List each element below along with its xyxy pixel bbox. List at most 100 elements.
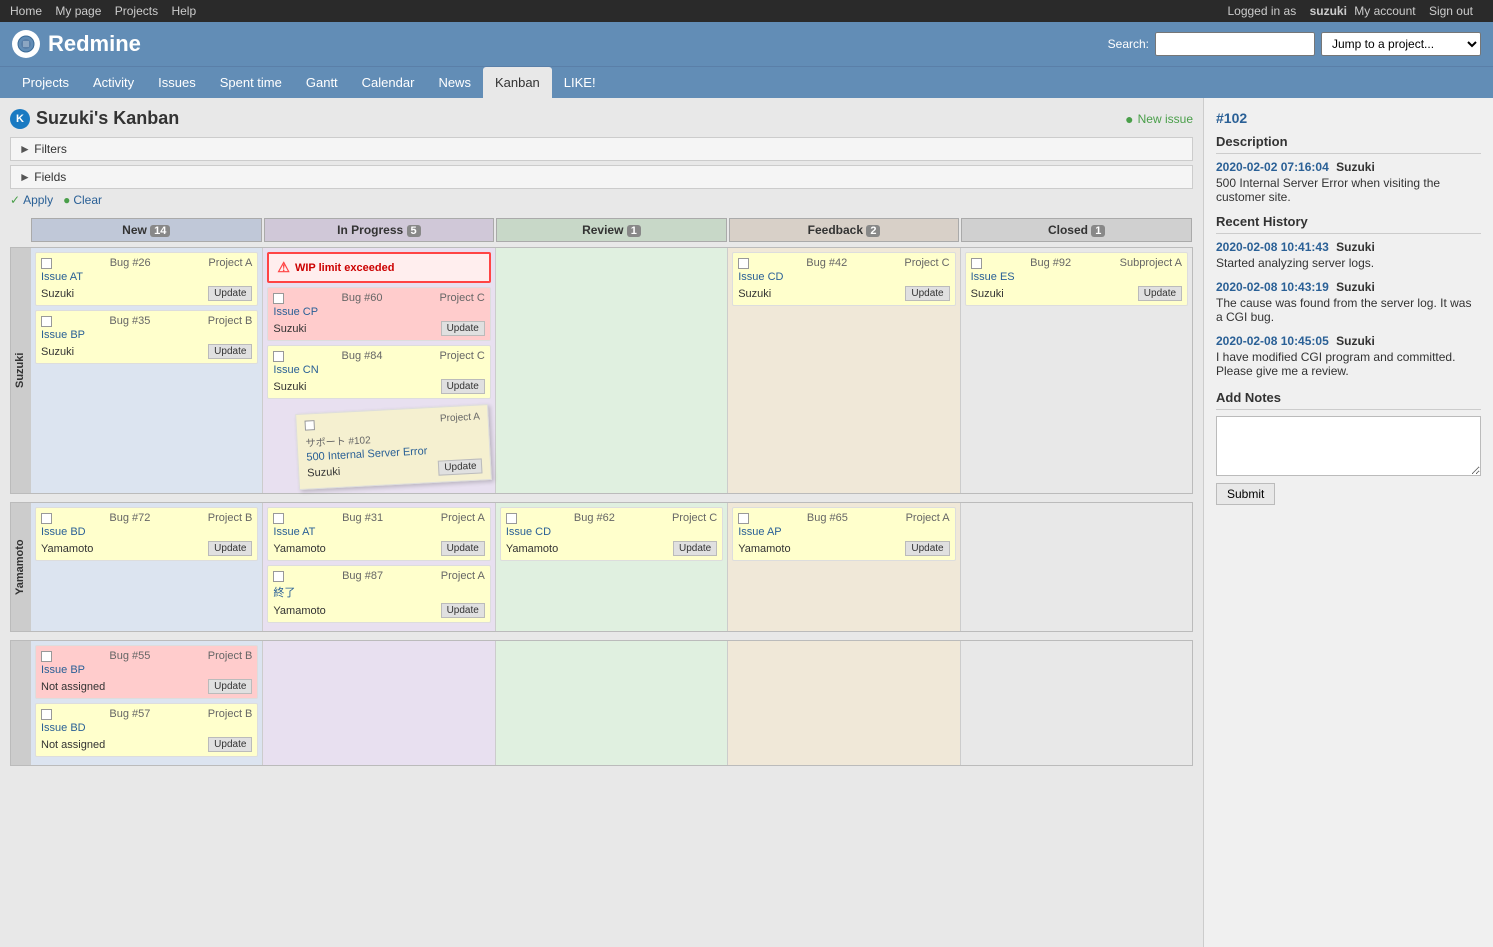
kanban-board: New 14 In Progress 5 Review 1 Feedback 2…	[10, 217, 1193, 766]
issue-title[interactable]: Issue BP	[41, 664, 252, 676]
card-checkbox[interactable]	[273, 513, 284, 524]
update-button[interactable]: Update	[208, 344, 252, 359]
card-bug60: Bug #60 Project C Issue CP Suzuki Update	[267, 287, 490, 341]
nav-projects-main[interactable]: Projects	[10, 67, 81, 98]
nav-home[interactable]: Home	[10, 4, 42, 18]
card-checkbox[interactable]	[738, 258, 749, 269]
new-issue-icon: ●	[1125, 111, 1133, 127]
project-jump-select[interactable]: Jump to a project...	[1321, 32, 1481, 56]
filters-section[interactable]: ► Filters	[10, 137, 1193, 161]
issue-id: Bug #72	[109, 512, 150, 524]
nav-issues[interactable]: Issues	[146, 67, 208, 98]
nav-gantt[interactable]: Gantt	[294, 67, 350, 98]
card-checkbox[interactable]	[273, 571, 284, 582]
logo-icon	[12, 30, 40, 58]
issue-title[interactable]: Issue BD	[41, 722, 252, 734]
history-text-3: The cause was found from the server log.…	[1216, 296, 1481, 324]
fields-label: Fields	[34, 170, 66, 184]
update-button[interactable]: Update	[1138, 286, 1182, 301]
issue-title[interactable]: Issue CN	[273, 364, 484, 376]
card-bug42: Bug #42 Project C Issue CD Suzuki Update	[732, 252, 955, 306]
nav-kanban[interactable]: Kanban	[483, 67, 552, 98]
issue-title[interactable]: Issue AT	[41, 271, 252, 283]
sticky-project: Project A	[440, 411, 481, 424]
issue-assignee: Suzuki	[41, 346, 74, 358]
issue-assignee: Yamamoto	[273, 543, 325, 555]
sticky-cb[interactable]	[305, 420, 316, 431]
my-account-link[interactable]: My account	[1354, 4, 1415, 18]
issue-title[interactable]: 終了	[273, 584, 484, 600]
nav-like[interactable]: LIKE!	[552, 67, 608, 98]
card-bug57: Bug #57 Project B Issue BD Not assigned …	[35, 703, 258, 757]
issue-id: Bug #35	[109, 315, 150, 327]
search-label: Search:	[1108, 37, 1149, 51]
notes-textarea[interactable]	[1216, 416, 1481, 476]
col-header-review: Review 1	[496, 218, 727, 242]
update-button[interactable]: Update	[208, 286, 252, 301]
nav-news[interactable]: News	[426, 67, 483, 98]
clear-button[interactable]: ● Clear	[63, 193, 102, 207]
card-checkbox[interactable]	[506, 513, 517, 524]
issue-title[interactable]: Issue ES	[971, 271, 1182, 283]
nav-mypage[interactable]: My page	[55, 4, 101, 18]
card-checkbox[interactable]	[41, 709, 52, 720]
update-button[interactable]: Update	[441, 321, 485, 336]
update-button[interactable]: Update	[441, 603, 485, 618]
update-button[interactable]: Update	[208, 541, 252, 556]
history-timestamp-4: 2020-02-08 10:45:05	[1216, 334, 1329, 348]
issue-assignee: Suzuki	[971, 288, 1004, 300]
redmine-icon	[16, 34, 36, 54]
swimlane-header-spacer	[10, 217, 30, 243]
recent-history-title: Recent History	[1216, 214, 1481, 234]
card-support102: Project A サポート #102 500 Internal Server …	[296, 404, 493, 490]
history-text-1: 500 Internal Server Error when visiting …	[1216, 176, 1481, 204]
fields-toggle: ►	[19, 170, 31, 184]
update-button[interactable]: Update	[441, 379, 485, 394]
nav-spent-time[interactable]: Spent time	[208, 67, 294, 98]
card-checkbox[interactable]	[738, 513, 749, 524]
issue-title[interactable]: Issue CD	[506, 526, 717, 538]
apply-button[interactable]: ✓ Apply	[10, 193, 53, 207]
submit-button[interactable]: Submit	[1216, 483, 1275, 505]
nav-help[interactable]: Help	[171, 4, 196, 18]
card-checkbox[interactable]	[41, 513, 52, 524]
nav-projects[interactable]: Projects	[115, 4, 158, 18]
sidebar-panel: #102 Description 2020-02-02 07:16:04 Suz…	[1203, 98, 1493, 947]
update-button[interactable]: Update	[905, 541, 949, 556]
issue-project: Project B	[208, 650, 253, 662]
issue-title[interactable]: Issue CP	[273, 306, 484, 318]
issue-title[interactable]: Issue BP	[41, 329, 252, 341]
closed-count-badge: 1	[1091, 225, 1105, 237]
sign-out-link[interactable]: Sign out	[1429, 4, 1473, 18]
update-button[interactable]: Update	[208, 737, 252, 752]
nav-activity[interactable]: Activity	[81, 67, 146, 98]
issue-id: Bug #57	[109, 708, 150, 720]
card-bug26: Bug #26 Project A Issue AT Suzuki Update	[35, 252, 258, 306]
issue-project: Project A	[441, 512, 485, 524]
sidebar-history-entry-4: 2020-02-08 10:45:05 Suzuki I have modifi…	[1216, 334, 1481, 378]
fields-section[interactable]: ► Fields	[10, 165, 1193, 189]
update-button[interactable]: Update	[673, 541, 717, 556]
card-checkbox[interactable]	[41, 651, 52, 662]
issue-assignee: Suzuki	[41, 288, 74, 300]
col-header-closed: Closed 1	[961, 218, 1192, 242]
update-button[interactable]: Update	[208, 679, 252, 694]
col-header-new: New 14	[31, 218, 262, 242]
issue-title[interactable]: Issue CD	[738, 271, 949, 283]
nav-calendar[interactable]: Calendar	[350, 67, 427, 98]
card-checkbox[interactable]	[41, 258, 52, 269]
update-button[interactable]: Update	[905, 286, 949, 301]
issue-title[interactable]: Issue AP	[738, 526, 949, 538]
search-input[interactable]	[1155, 32, 1315, 56]
issue-title[interactable]: Issue AT	[273, 526, 484, 538]
card-checkbox[interactable]	[273, 351, 284, 362]
new-issue-button[interactable]: ● New issue	[1125, 111, 1193, 127]
history-text-4: I have modified CGI program and committe…	[1216, 350, 1481, 378]
card-checkbox[interactable]	[971, 258, 982, 269]
issue-title[interactable]: Issue BD	[41, 526, 252, 538]
card-checkbox[interactable]	[41, 316, 52, 327]
sticky-update-btn[interactable]: Update	[438, 458, 483, 475]
card-checkbox[interactable]	[273, 293, 284, 304]
update-button[interactable]: Update	[441, 541, 485, 556]
history-user-2: Suzuki	[1336, 240, 1375, 254]
